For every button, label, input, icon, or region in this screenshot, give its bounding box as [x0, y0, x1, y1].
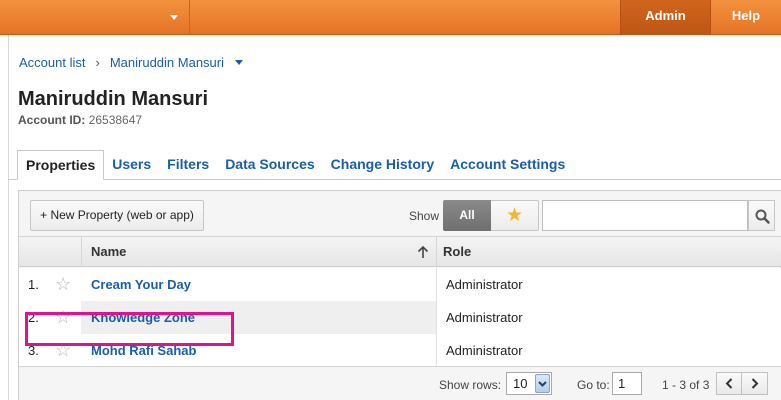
content-left-border [8, 35, 9, 400]
tab-properties[interactable]: Properties [17, 150, 105, 180]
filter-starred-button[interactable]: ★ [491, 200, 539, 231]
role-cell: Administrator [436, 334, 781, 367]
table-footer: Show rows: 10 Go to: 1 1 - 3 of 3 [19, 366, 781, 400]
select-arrow [535, 374, 550, 393]
table-row: 1. ☆ Cream Your Day Administrator [19, 268, 781, 301]
property-link[interactable]: Cream Your Day [91, 268, 191, 301]
column-divider [436, 237, 437, 267]
star-icon: ★ [505, 205, 524, 226]
role-cell: Administrator [436, 301, 781, 334]
chevron-left-icon [725, 378, 733, 389]
account-id: Account ID: 26538647 [18, 113, 142, 127]
role-value: Administrator [446, 310, 523, 325]
highlight-box [25, 312, 234, 346]
chevron-down-icon[interactable] [235, 59, 243, 65]
show-rows-label: Show rows: [439, 378, 502, 392]
breadcrumb-account-name[interactable]: Maniruddin Mansuri [110, 55, 224, 70]
search-button[interactable] [748, 200, 775, 231]
role-value: Administrator [446, 343, 523, 358]
goto-page-input[interactable]: 1 [612, 372, 642, 395]
tab-account-settings[interactable]: Account Settings [442, 150, 573, 180]
account-id-label: Account ID: [18, 113, 86, 127]
tab-filters[interactable]: Filters [159, 150, 217, 180]
tab-data-sources[interactable]: Data Sources [217, 150, 322, 180]
chevron-down-icon[interactable] [170, 15, 178, 20]
row-number-cell: 1. ☆ [19, 268, 81, 301]
help-button[interactable]: Help [711, 0, 781, 35]
account-id-value: 26538647 [88, 113, 143, 127]
rows-per-page-select[interactable]: 10 [506, 372, 552, 395]
breadcrumb-separator: › [95, 54, 100, 70]
star-icon[interactable]: ☆ [55, 268, 71, 300]
rows-per-page-value: 10 [513, 376, 528, 391]
chevron-down-icon [538, 381, 547, 387]
pagination-range: 1 - 3 of 3 [662, 378, 710, 392]
search-input[interactable] [542, 200, 748, 231]
top-nav-bar: Admin Help [0, 0, 781, 35]
properties-panel: + New Property (web or app) Show All ★ N… [18, 190, 781, 400]
table-toolbar: + New Property (web or app) Show All ★ [19, 191, 781, 237]
table-header: Name Role [19, 237, 781, 267]
next-page-button[interactable] [742, 372, 768, 395]
role-cell: Administrator [436, 268, 781, 301]
tab-change-history[interactable]: Change History [323, 150, 442, 180]
new-property-button[interactable]: + New Property (web or app) [30, 200, 204, 231]
search-icon [755, 209, 770, 224]
previous-page-button[interactable] [716, 372, 742, 395]
column-header-name[interactable]: Name [91, 237, 126, 267]
goto-label: Go to: [577, 378, 610, 392]
row-number: 1. [28, 277, 39, 292]
admin-button[interactable]: Admin [620, 0, 711, 35]
tab-underline [8, 179, 781, 180]
page-title: Maniruddin Mansuri [18, 88, 208, 110]
sort-ascending-icon[interactable] [416, 245, 430, 259]
filter-all-button[interactable]: All [443, 200, 491, 231]
show-filter-label: Show [409, 209, 440, 223]
role-value: Administrator [446, 277, 523, 292]
breadcrumb-account-list[interactable]: Account list [19, 55, 85, 70]
topbar-divider [189, 0, 190, 35]
column-divider [81, 237, 82, 267]
column-header-role[interactable]: Role [443, 237, 471, 267]
tab-bar: Properties Users Filters Data Sources Ch… [17, 150, 573, 180]
breadcrumb: Account list › Maniruddin Mansuri [19, 54, 243, 70]
name-cell: Cream Your Day [81, 268, 436, 301]
tab-users[interactable]: Users [104, 150, 159, 180]
chevron-right-icon [751, 378, 759, 389]
